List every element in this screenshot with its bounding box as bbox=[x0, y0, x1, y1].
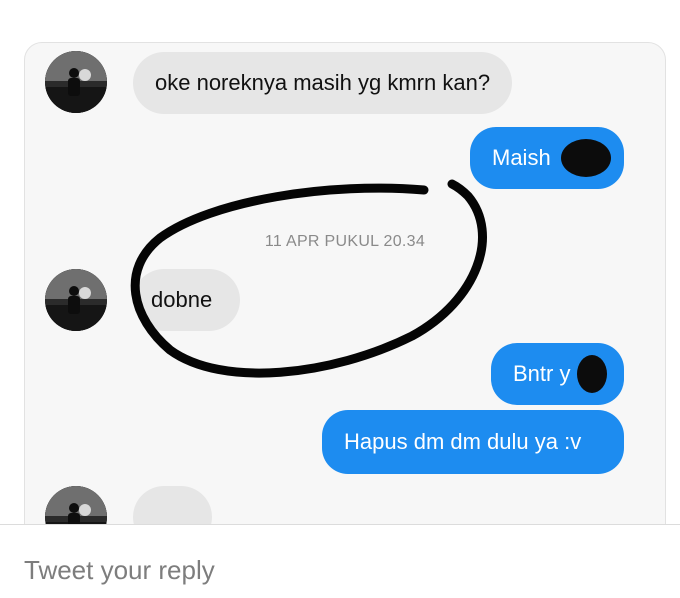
contact-avatar[interactable] bbox=[45, 269, 107, 331]
message-bubble-incoming: dobne bbox=[133, 269, 240, 331]
contact-avatar[interactable] bbox=[45, 51, 107, 113]
message-bubble-incoming: oke noreknya masih yg kmrn kan? bbox=[133, 52, 513, 114]
reply-bar bbox=[0, 525, 680, 598]
redaction-scribble bbox=[577, 355, 607, 393]
redaction-scribble bbox=[561, 139, 611, 177]
dm-conversation[interactable]: oke noreknya masih yg kmrn kan? Maish 11… bbox=[24, 42, 666, 564]
tweet-reply-input[interactable] bbox=[24, 555, 624, 586]
message-bubble-outgoing: Hapus dm dm dulu ya :v bbox=[322, 410, 624, 474]
message-timestamp: 11 APR PUKUL 20.34 bbox=[264, 233, 426, 250]
